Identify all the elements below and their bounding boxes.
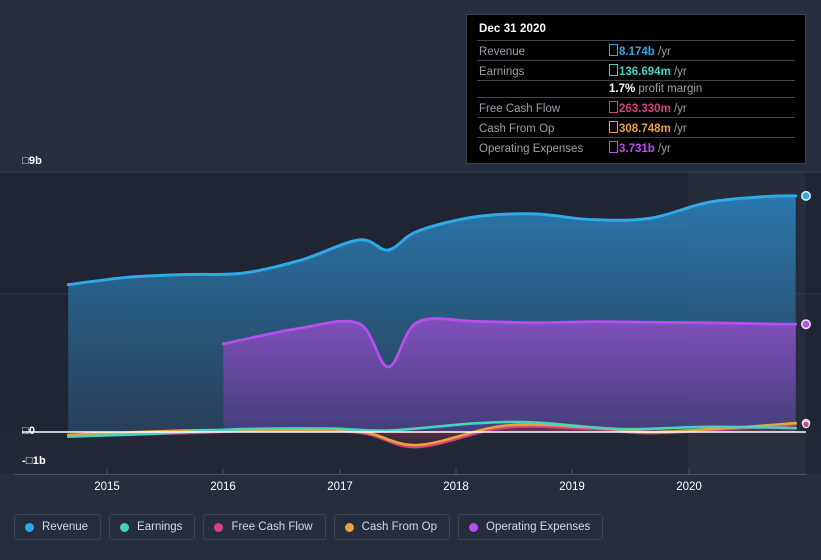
legend-item-cash-from-op[interactable]: Cash From Op <box>333 514 451 540</box>
tooltip-profit-margin: 1.7% profit margin <box>607 81 795 98</box>
tooltip-row-value: 308.748m /yr <box>607 118 795 138</box>
opex-endpoint-marker <box>800 319 811 330</box>
tooltip-spacer <box>477 81 607 98</box>
currency-symbol-icon <box>609 44 618 56</box>
legend-item-free-cash-flow[interactable]: Free Cash Flow <box>203 514 326 540</box>
y-axis-label-bottom: -□1b <box>22 455 46 467</box>
tooltip-profit-margin-row: 1.7% profit margin <box>477 80 795 98</box>
legend-label: Revenue <box>42 521 89 533</box>
legend-label: Free Cash Flow <box>231 521 313 533</box>
legend-color-dot-icon <box>25 522 34 532</box>
tooltip-row-value: 3.731b /yr <box>607 138 795 158</box>
x-axis <box>14 469 806 475</box>
legend-color-dot-icon <box>120 522 130 532</box>
tooltip-row-label: Free Cash Flow <box>479 103 561 115</box>
revenue-endpoint-marker <box>800 190 811 201</box>
tooltip-row-value: 8.174b /yr <box>607 41 795 61</box>
profit-margin-label: profit margin <box>635 83 703 95</box>
tooltip-amount: 263.330m <box>619 103 671 115</box>
tooltip-unit: /yr <box>670 103 687 115</box>
tooltip-row-label: Revenue <box>479 46 526 58</box>
tooltip-row-value: 263.330m /yr <box>607 98 795 118</box>
chart-legend: Revenue Earnings Free Cash Flow Cash From O… <box>14 514 604 540</box>
legend-label: Operating Expenses <box>486 521 591 533</box>
legend-item-operating-expenses[interactable]: Operating Expenses <box>458 514 604 540</box>
currency-symbol-icon <box>609 101 618 113</box>
tooltip-unit: /yr <box>654 143 671 155</box>
tooltip-row-value: 136.694m /yr <box>607 61 795 81</box>
currency-symbol-icon <box>609 141 618 153</box>
tooltip-row-label: Earnings <box>479 66 525 78</box>
tooltip-title: Dec 31 2020 <box>479 23 546 35</box>
legend-color-dot-icon <box>214 522 224 532</box>
free-cash-flow-endpoint-marker <box>802 420 810 429</box>
x-axis-tick-label: 2020 <box>676 481 702 493</box>
legend-label: Earnings <box>137 521 183 533</box>
tooltip-row-label: Operating Expenses <box>479 143 584 155</box>
legend-color-dot-icon <box>469 522 479 532</box>
tooltip-unit: /yr <box>670 66 687 78</box>
tooltip-amount: 308.748m <box>619 123 671 135</box>
tooltip-row: Operating Expenses 3.731b /yr <box>477 137 795 158</box>
legend-label: Cash From Op <box>361 521 438 533</box>
chart-canvas <box>0 171 821 474</box>
tooltip-row: Free Cash Flow 263.330m /yr <box>477 97 795 118</box>
x-axis-tick-label: 2016 <box>210 481 236 493</box>
financial-chart-page: □9b □0 -□1b 2015 2016 2017 2018 2019 2020 Dec… <box>0 0 821 560</box>
tooltip-unit: /yr <box>654 46 671 58</box>
tooltip-row: Cash From Op 308.748m /yr <box>477 117 795 138</box>
tooltip-unit: /yr <box>670 123 687 135</box>
tooltip-amount: 8.174b <box>619 46 655 58</box>
x-axis-tick-label: 2018 <box>443 481 469 493</box>
legend-item-earnings[interactable]: Earnings <box>109 514 196 540</box>
profit-margin-value: 1.7% <box>609 83 636 95</box>
legend-item-revenue[interactable]: Revenue <box>14 514 102 540</box>
tooltip-row-label: Cash From Op <box>479 123 555 135</box>
x-axis-tick-label: 2019 <box>559 481 585 493</box>
x-axis-tick-label: 2015 <box>94 481 120 493</box>
y-axis-label-top: □9b <box>22 155 43 167</box>
legend-color-dot-icon <box>344 522 354 532</box>
tooltip-amount: 3.731b <box>619 143 655 155</box>
y-axis-label-zero: □0 <box>22 425 36 437</box>
x-axis-ticks <box>106 469 690 474</box>
tooltip-row: Revenue 8.174b /yr <box>477 40 795 61</box>
currency-symbol-icon <box>609 64 618 76</box>
x-axis-tick-label: 2017 <box>327 481 353 493</box>
tooltip-table: Revenue 8.174b /yr Earnings 136.694m /yr 1.7… <box>477 40 795 157</box>
chart-plot-area <box>0 160 821 478</box>
data-tooltip: Dec 31 2020 Revenue 8.174b /yr Earnings 136… <box>466 14 806 164</box>
tooltip-amount: 136.694m <box>619 66 671 78</box>
opex-area <box>223 318 796 432</box>
currency-symbol-icon <box>609 121 618 133</box>
tooltip-row: Earnings 136.694m /yr <box>477 60 795 81</box>
